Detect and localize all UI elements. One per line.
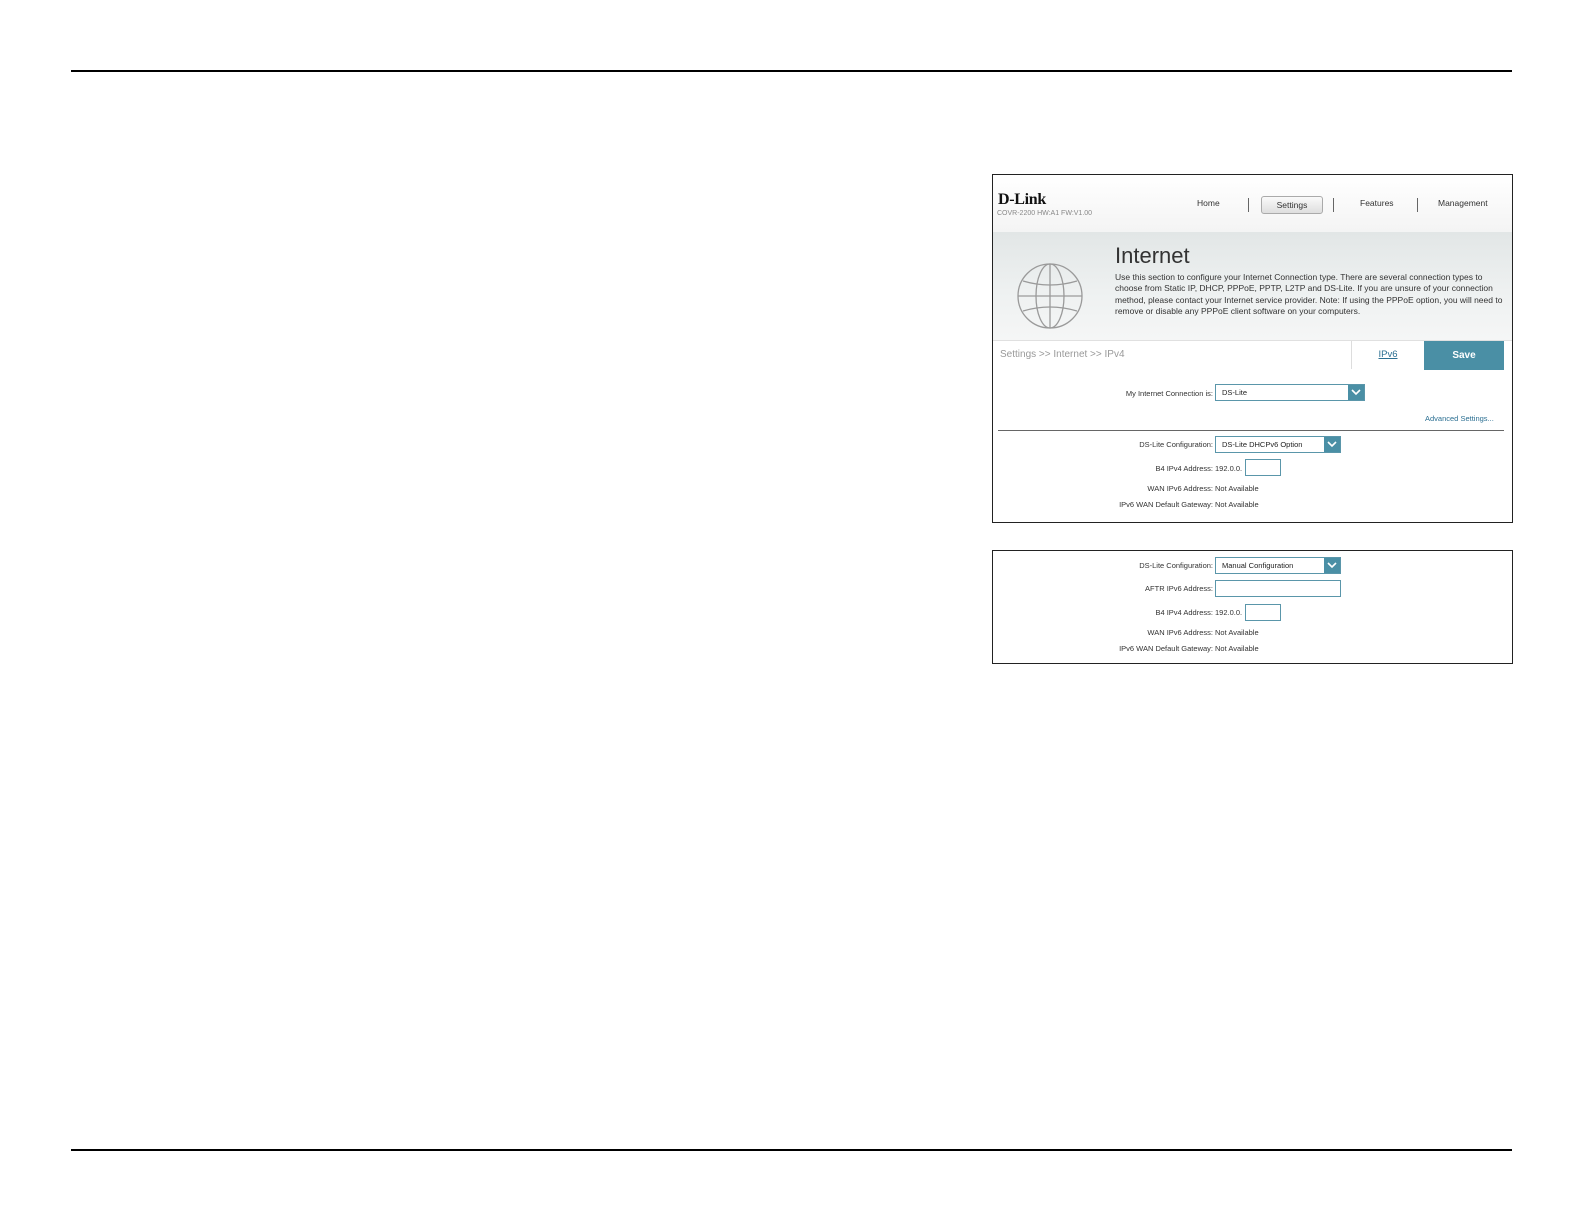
section-divider — [998, 430, 1504, 431]
nav-home[interactable]: Home — [1197, 198, 1220, 208]
ipv6-gateway-label: IPv6 WAN Default Gateway: — [1119, 644, 1213, 653]
ipv6-gateway-value: Not Available — [1215, 644, 1259, 653]
ipv6-link[interactable]: IPv6 — [1351, 341, 1425, 369]
connection-type-select[interactable]: DS-Lite — [1215, 384, 1365, 401]
dslite-config-label: DS-Lite Configuration: — [1139, 561, 1213, 570]
dslite-config-value: DS-Lite DHCPv6 Option — [1222, 440, 1303, 449]
page-description: Use this section to configure your Inter… — [1115, 272, 1503, 316]
nav-separator — [1417, 198, 1418, 212]
router-header: D-Link COVR-2200 HW:A1 FW:V1.00 Home Set… — [993, 175, 1512, 232]
b4-ipv4-prefix: 192.0.0. — [1215, 464, 1243, 473]
toolbar: Settings >> Internet >> IPv4 IPv6 Save — [993, 340, 1512, 370]
chevron-down-icon[interactable] — [1348, 385, 1364, 400]
wan-ipv6-label: WAN IPv6 Address: — [1147, 628, 1213, 637]
b4-ipv4-input[interactable] — [1245, 459, 1281, 476]
nav-separator — [1248, 198, 1249, 212]
top-rule — [71, 70, 1512, 72]
nav-features[interactable]: Features — [1360, 198, 1394, 208]
dlink-logo: D-Link — [998, 191, 1046, 208]
b4-ipv4-label: B4 IPv4 Address: — [1155, 608, 1213, 617]
nav-separator — [1333, 198, 1334, 212]
connection-type-label: My Internet Connection is: — [1125, 389, 1213, 398]
wan-ipv6-value: Not Available — [1215, 628, 1259, 637]
page-title: Internet — [1115, 243, 1190, 268]
breadcrumb: Settings >> Internet >> IPv4 — [1000, 349, 1125, 360]
bottom-rule — [71, 1149, 1512, 1151]
chevron-down-icon[interactable] — [1324, 437, 1340, 452]
aftr-ipv6-label: AFTR IPv6 Address: — [1145, 584, 1213, 593]
aftr-ipv6-input[interactable] — [1215, 580, 1341, 597]
nav-management[interactable]: Management — [1438, 198, 1488, 208]
ipv6-gateway-value: Not Available — [1215, 500, 1259, 509]
dslite-config-value: Manual Configuration — [1222, 561, 1294, 570]
b4-ipv4-label: B4 IPv4 Address: — [1155, 464, 1213, 473]
b4-ipv4-input[interactable] — [1245, 604, 1281, 621]
model-info: COVR-2200 HW:A1 FW:V1.00 — [997, 210, 1093, 217]
b4-ipv4-prefix: 192.0.0. — [1215, 608, 1243, 617]
ipv6-gateway-label: IPv6 WAN Default Gateway: — [1119, 500, 1213, 509]
chevron-down-icon[interactable] — [1324, 558, 1340, 573]
save-button[interactable]: Save — [1424, 341, 1504, 370]
nav-settings[interactable]: Settings — [1261, 196, 1323, 214]
screenshot-panel-manual: DS-Lite Configuration: Manual Configurat… — [992, 550, 1513, 664]
dslite-config-select[interactable]: Manual Configuration — [1215, 557, 1341, 574]
wan-ipv6-value: Not Available — [1215, 484, 1259, 493]
hero-banner: Internet Use this section to configure y… — [993, 232, 1512, 340]
advanced-settings-link[interactable]: Advanced Settings... — [1425, 414, 1494, 423]
screenshot-panel-dhcpv6: D-Link COVR-2200 HW:A1 FW:V1.00 Home Set… — [992, 174, 1513, 523]
globe-icon — [1017, 263, 1083, 329]
wan-ipv6-label: WAN IPv6 Address: — [1147, 484, 1213, 493]
dslite-config-label: DS-Lite Configuration: — [1139, 440, 1213, 449]
connection-type-value: DS-Lite — [1222, 388, 1248, 397]
dslite-config-select[interactable]: DS-Lite DHCPv6 Option — [1215, 436, 1341, 453]
